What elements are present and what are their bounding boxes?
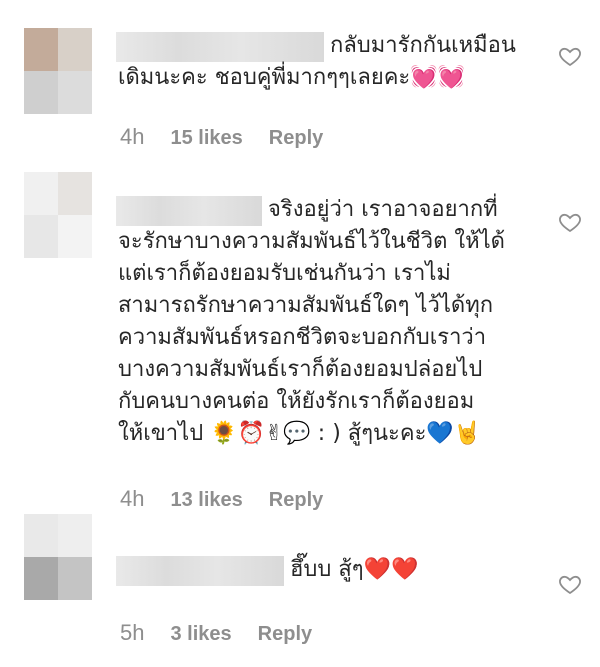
avatar-tile [58, 28, 92, 71]
comment-text-line: ความสัมพันธ์หรอกชีวิตจะบอกกับเราว่า [118, 325, 487, 350]
comment-text-line: บางความสัมพันธ์เราก็ต้องยอมปล่อยไป [118, 357, 483, 382]
comment-text-line: ฮึ๊บบ สู้ๆ❤️❤️ [290, 557, 419, 582]
heart-outline-icon[interactable] [558, 44, 582, 68]
avatar-tile [24, 557, 58, 600]
likes-count[interactable]: 13 likes [170, 489, 242, 511]
comment-text-line: เดิมนะคะ ชอบคู่พี่มากๆๆเลยคะ💓💓 [118, 65, 466, 90]
avatar-tile [58, 557, 92, 600]
avatar-tile [24, 215, 58, 258]
heart-outline-icon[interactable] [558, 210, 582, 234]
comment-text-line: กลับมารักกันเหมือน [330, 33, 516, 58]
comment-text-line: แต่เราก็ต้องยอมรับเช่นกันว่า เราไม่ [118, 261, 451, 286]
avatar-tile [58, 172, 92, 215]
avatar-tile [24, 28, 58, 71]
reply-button[interactable]: Reply [269, 127, 323, 149]
reply-button[interactable]: Reply [258, 623, 312, 645]
likes-count[interactable]: 3 likes [170, 623, 231, 645]
avatar-tile [24, 514, 58, 557]
comment-text-line: กับคนบางคนต่อ ให้ยังรักเราก็ต้องยอม [118, 389, 475, 414]
username-blurred[interactable] [116, 556, 284, 586]
comment-time: 4h [120, 124, 145, 149]
avatar-tile [58, 215, 92, 258]
comment-meta: 4h 15 likes Reply [120, 124, 349, 150]
comment-text-line: สามารถรักษาความสัมพันธ์ใดๆ ไว้ได้ทุก [118, 293, 494, 318]
username-blurred[interactable] [116, 196, 262, 226]
comment-text-line: จริงอยู่ว่า เราอาจอยากที่ [268, 197, 498, 222]
comment-text-line: จะรักษาบางความสัมพันธ์ไว้ในชีวิต ให้ได้ [118, 229, 505, 254]
reply-button[interactable]: Reply [269, 489, 323, 511]
avatar-tile [58, 514, 92, 557]
avatar[interactable] [24, 514, 92, 600]
comment-meta: 5h 3 likes Reply [120, 620, 338, 646]
avatar-tile [58, 71, 92, 114]
avatar-tile [24, 71, 58, 114]
comment-time: 4h [120, 486, 145, 511]
likes-count[interactable]: 15 likes [170, 127, 242, 149]
avatar[interactable] [24, 28, 92, 114]
comment-time: 5h [120, 620, 145, 645]
username-blurred[interactable] [116, 32, 324, 62]
comment-meta: 4h 13 likes Reply [120, 486, 349, 512]
comment-text-line: ให้เขาไป 🌻⏰✌💬 : ) สู้ๆนะคะ💙🤘 [118, 421, 482, 446]
avatar[interactable] [24, 172, 92, 258]
avatar-tile [24, 172, 58, 215]
heart-outline-icon[interactable] [558, 572, 582, 596]
